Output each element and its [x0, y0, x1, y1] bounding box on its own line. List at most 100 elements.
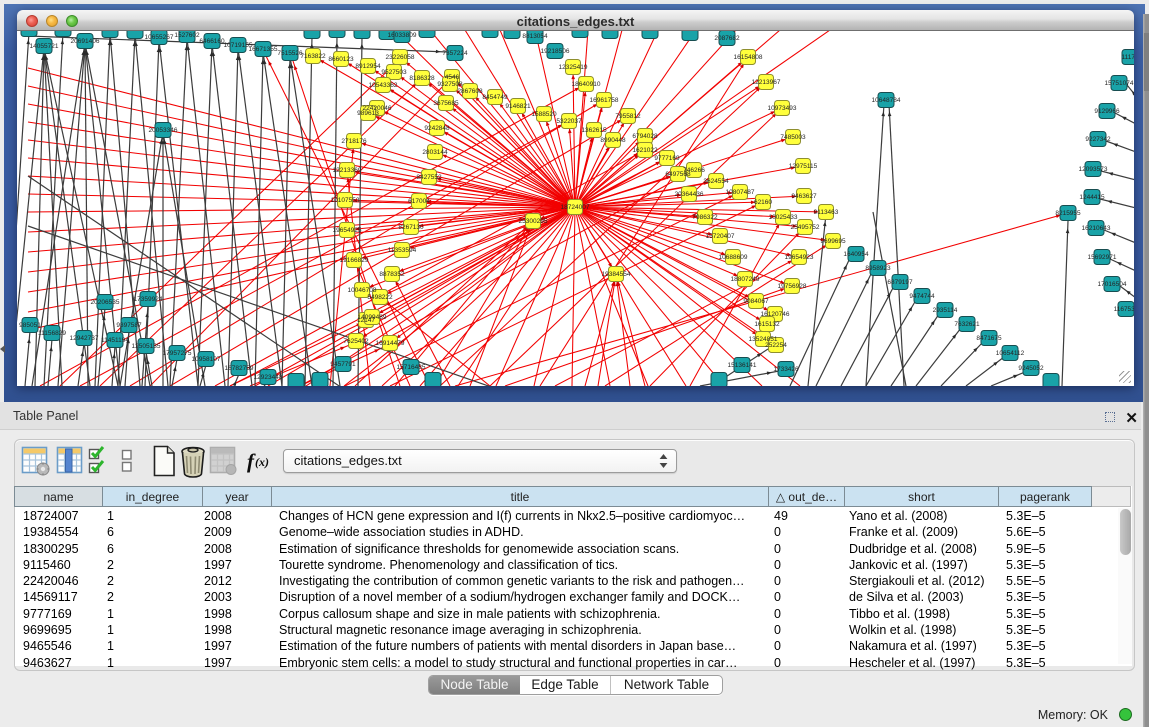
svg-text:12093573: 12093573	[1079, 166, 1108, 173]
svg-text:16120746: 16120746	[761, 311, 790, 318]
svg-text:7357224: 7357224	[442, 50, 468, 57]
svg-text:9699695: 9699695	[820, 238, 846, 245]
svg-text:10807487: 10807487	[726, 189, 755, 196]
svg-text:252254: 252254	[765, 342, 787, 349]
svg-text:16210643: 16210643	[1082, 225, 1111, 232]
svg-text:9474744: 9474744	[909, 293, 935, 300]
svg-text:1621022: 1621022	[632, 147, 658, 154]
svg-text:6794028: 6794028	[632, 133, 658, 140]
svg-text:2935114: 2935114	[933, 307, 958, 314]
svg-text:9777169: 9777169	[654, 155, 680, 162]
svg-text:7986322: 7986322	[692, 214, 718, 221]
svg-text:8813054: 8813054	[522, 33, 548, 40]
svg-text:1527602: 1527602	[174, 32, 200, 39]
svg-text:985051: 985051	[19, 322, 41, 329]
svg-text:(x): (x)	[255, 455, 269, 469]
svg-text:8878352: 8878352	[379, 271, 405, 278]
svg-text:14055721: 14055721	[30, 43, 59, 50]
svg-text:19654923: 19654923	[785, 254, 814, 261]
svg-text:9327508: 9327508	[437, 81, 463, 88]
svg-text:3675685: 3675685	[433, 100, 459, 107]
svg-text:19218506: 19218506	[541, 48, 570, 55]
svg-text:18724007: 18724007	[561, 204, 590, 211]
svg-text:15136141: 15136141	[728, 362, 757, 369]
svg-text:25300295: 25300295	[519, 218, 548, 225]
svg-text:8912954: 8912954	[355, 63, 381, 70]
svg-text:1733426: 1733426	[773, 366, 799, 373]
svg-text:6497568: 6497568	[665, 171, 691, 178]
svg-text:17359924: 17359924	[134, 296, 163, 303]
svg-text:4546: 4546	[445, 74, 460, 81]
svg-text:18640910: 18640910	[572, 81, 601, 88]
svg-text:1244415: 1244415	[1079, 194, 1105, 201]
svg-text:1167533: 1167533	[1114, 306, 1134, 313]
svg-text:10648784: 10648784	[872, 97, 901, 104]
svg-text:8215955: 8215955	[1055, 210, 1081, 217]
svg-text:8471675: 8471675	[976, 335, 1002, 342]
svg-text:8186328: 8186328	[409, 75, 435, 82]
svg-text:12213369: 12213369	[333, 167, 362, 174]
svg-text:12975115: 12975115	[789, 163, 818, 170]
svg-text:1588520: 1588520	[531, 111, 557, 118]
svg-text:8958923: 8958923	[865, 265, 891, 272]
svg-text:11170: 11170	[1121, 54, 1134, 61]
svg-text:9397587: 9397587	[116, 322, 142, 329]
svg-text:9245052: 9245052	[1018, 365, 1044, 372]
svg-text:5322037: 5322037	[556, 118, 582, 125]
svg-text:12325419: 12325419	[559, 64, 588, 71]
svg-text:10107553: 10107553	[331, 197, 360, 204]
svg-text:617004: 617004	[408, 198, 430, 205]
svg-text:10543362: 10543362	[369, 82, 398, 89]
svg-text:12213967: 12213967	[752, 79, 781, 86]
svg-text:3624554: 3624554	[703, 178, 729, 185]
svg-text:16782759: 16782759	[225, 365, 254, 372]
svg-text:10655267: 10655267	[145, 34, 174, 41]
svg-text:9527503: 9527503	[381, 69, 407, 76]
svg-text:11156829: 11156829	[38, 330, 66, 337]
svg-text:10973493: 10973493	[768, 105, 797, 112]
svg-text:8267130: 8267130	[398, 224, 424, 231]
svg-text:15751074: 15751074	[1105, 80, 1134, 87]
svg-text:19654925: 19654925	[333, 227, 362, 234]
svg-text:20206535: 20206535	[91, 299, 120, 306]
svg-text:2803144: 2803144	[422, 149, 448, 156]
svg-text:7163822: 7163822	[300, 53, 326, 60]
svg-text:989613: 989613	[357, 110, 379, 117]
svg-text:12942737: 12942737	[70, 335, 99, 342]
svg-text:15692971: 15692971	[1088, 254, 1117, 261]
svg-text:15720407: 15720407	[706, 233, 735, 240]
svg-text:20364436: 20364436	[675, 191, 704, 198]
svg-text:8660123: 8660123	[328, 56, 354, 63]
svg-text:2087682: 2087682	[714, 35, 740, 42]
svg-text:2718176: 2718176	[341, 138, 367, 145]
svg-text:16033809: 16033809	[388, 32, 417, 39]
svg-text:10958107: 10958107	[192, 356, 221, 363]
svg-text:1615132: 1615132	[754, 321, 780, 328]
svg-text:14099489: 14099489	[358, 314, 387, 321]
svg-text:8427552: 8427552	[416, 174, 442, 181]
svg-text:10025433: 10025433	[769, 214, 798, 221]
svg-text:17957275: 17957275	[163, 350, 192, 357]
svg-text:9463627: 9463627	[791, 193, 817, 200]
svg-text:11353594: 11353594	[388, 247, 417, 254]
svg-text:19166829: 19166829	[340, 257, 369, 264]
svg-text:25495752: 25495752	[791, 224, 820, 231]
svg-text:19384554: 19384554	[602, 271, 631, 278]
svg-text:7955812: 7955812	[615, 113, 641, 120]
svg-text:1640954: 1640954	[843, 251, 869, 258]
svg-text:1362615: 1362615	[581, 127, 607, 134]
svg-text:16961758: 16961758	[590, 97, 619, 104]
svg-text:12505135: 12505135	[132, 343, 161, 350]
svg-text:8990448: 8990448	[600, 137, 626, 144]
svg-text:9227342: 9227342	[1085, 136, 1111, 143]
svg-text:9242848: 9242848	[424, 125, 450, 132]
svg-text:62160: 62160	[754, 199, 772, 206]
svg-text:16671355: 16671355	[249, 46, 278, 53]
svg-text:9129966: 9129966	[1094, 108, 1120, 115]
svg-text:18807249: 18807249	[731, 276, 760, 283]
svg-text:12923448: 12923448	[254, 374, 283, 381]
svg-text:16914479: 16914479	[376, 340, 405, 347]
svg-text:20053346: 20053346	[149, 127, 178, 134]
svg-text:8454749: 8454749	[482, 94, 508, 101]
svg-text:23226058: 23226058	[386, 54, 415, 61]
